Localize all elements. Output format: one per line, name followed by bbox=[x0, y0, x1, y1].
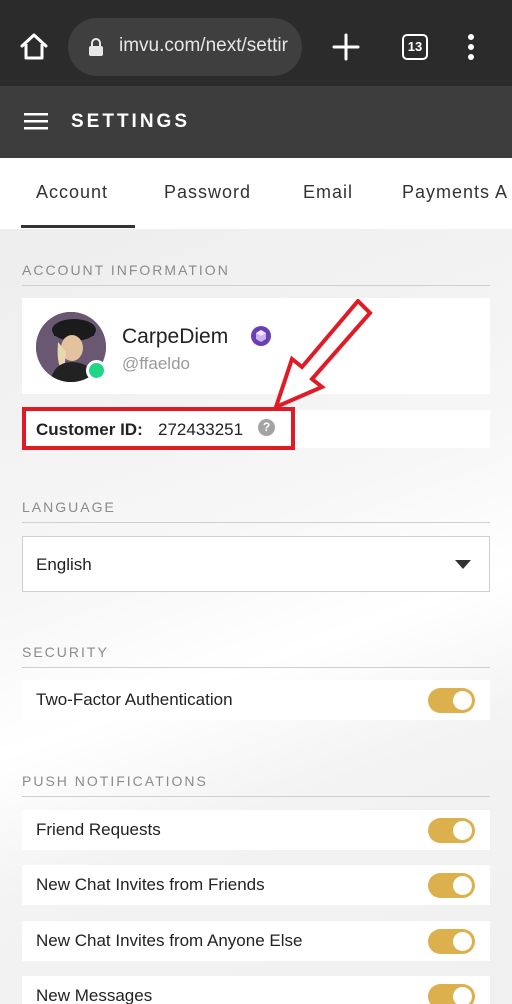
settings-content: ACCOUNT INFORMATION CarpeDiem @ffaeldo C… bbox=[0, 229, 512, 1004]
setting-row-new-messages: New Messages bbox=[22, 976, 490, 1004]
online-status-icon bbox=[86, 360, 107, 381]
browser-toolbar: imvu.com/next/settir 13 bbox=[0, 0, 512, 86]
toggle-knob bbox=[453, 876, 472, 895]
tab-account[interactable]: Account bbox=[36, 182, 108, 203]
tabs-counter-icon[interactable]: 13 bbox=[402, 34, 428, 60]
lock-icon bbox=[89, 38, 103, 56]
divider bbox=[22, 667, 490, 668]
vip-badge-icon bbox=[251, 326, 271, 346]
section-title-language: LANGUAGE bbox=[22, 499, 116, 515]
chat-invites-anyone-toggle[interactable] bbox=[428, 929, 475, 954]
home-icon[interactable] bbox=[18, 31, 50, 63]
new-messages-toggle[interactable] bbox=[428, 984, 475, 1004]
setting-row-friend-requests: Friend Requests bbox=[22, 810, 490, 850]
setting-row-two-factor: Two-Factor Authentication bbox=[22, 680, 490, 720]
section-title-security: SECURITY bbox=[22, 644, 109, 660]
setting-label: New Messages bbox=[36, 986, 153, 1004]
friend-requests-toggle[interactable] bbox=[428, 818, 475, 843]
url-text: imvu.com/next/settir bbox=[119, 35, 288, 56]
red-arrow-icon bbox=[272, 299, 373, 411]
two-factor-toggle[interactable] bbox=[428, 688, 475, 713]
toggle-knob bbox=[453, 821, 472, 840]
tab-payments[interactable]: Payments A bbox=[402, 182, 508, 203]
section-title-push-notifications: PUSH NOTIFICATIONS bbox=[22, 773, 208, 789]
chat-invites-friends-toggle[interactable] bbox=[428, 873, 475, 898]
profile-card: CarpeDiem @ffaeldo bbox=[22, 298, 490, 394]
dropdown-caret-icon bbox=[455, 560, 471, 569]
username: @ffaeldo bbox=[122, 354, 190, 373]
hamburger-icon[interactable] bbox=[24, 111, 48, 131]
app-header: SETTINGS bbox=[0, 86, 512, 158]
address-bar[interactable]: imvu.com/next/settir bbox=[68, 18, 302, 76]
annotation-highlight-box bbox=[22, 407, 295, 450]
setting-label: New Chat Invites from Anyone Else bbox=[36, 931, 303, 950]
page-title: SETTINGS bbox=[71, 111, 191, 132]
tab-password[interactable]: Password bbox=[164, 182, 251, 203]
active-tab-indicator bbox=[21, 225, 135, 228]
settings-tabs: Account Password Email Payments A bbox=[0, 158, 512, 229]
plus-icon[interactable] bbox=[332, 33, 360, 61]
setting-row-chat-invites-anyone: New Chat Invites from Anyone Else bbox=[22, 921, 490, 961]
divider bbox=[22, 285, 490, 286]
toggle-knob bbox=[453, 691, 472, 710]
divider bbox=[22, 522, 490, 523]
divider bbox=[22, 796, 490, 797]
overflow-menu-icon[interactable] bbox=[466, 33, 476, 61]
toggle-knob bbox=[453, 987, 472, 1004]
setting-label: Friend Requests bbox=[36, 820, 161, 839]
display-name: CarpeDiem bbox=[122, 325, 229, 348]
setting-label: New Chat Invites from Friends bbox=[36, 875, 265, 894]
language-select[interactable]: English bbox=[22, 536, 490, 592]
toggle-knob bbox=[453, 932, 472, 951]
section-title-account-information: ACCOUNT INFORMATION bbox=[22, 262, 230, 278]
tab-email[interactable]: Email bbox=[303, 182, 353, 203]
setting-row-chat-invites-friends: New Chat Invites from Friends bbox=[22, 865, 490, 905]
language-selected-value: English bbox=[36, 555, 92, 574]
setting-label: Two-Factor Authentication bbox=[36, 690, 233, 709]
